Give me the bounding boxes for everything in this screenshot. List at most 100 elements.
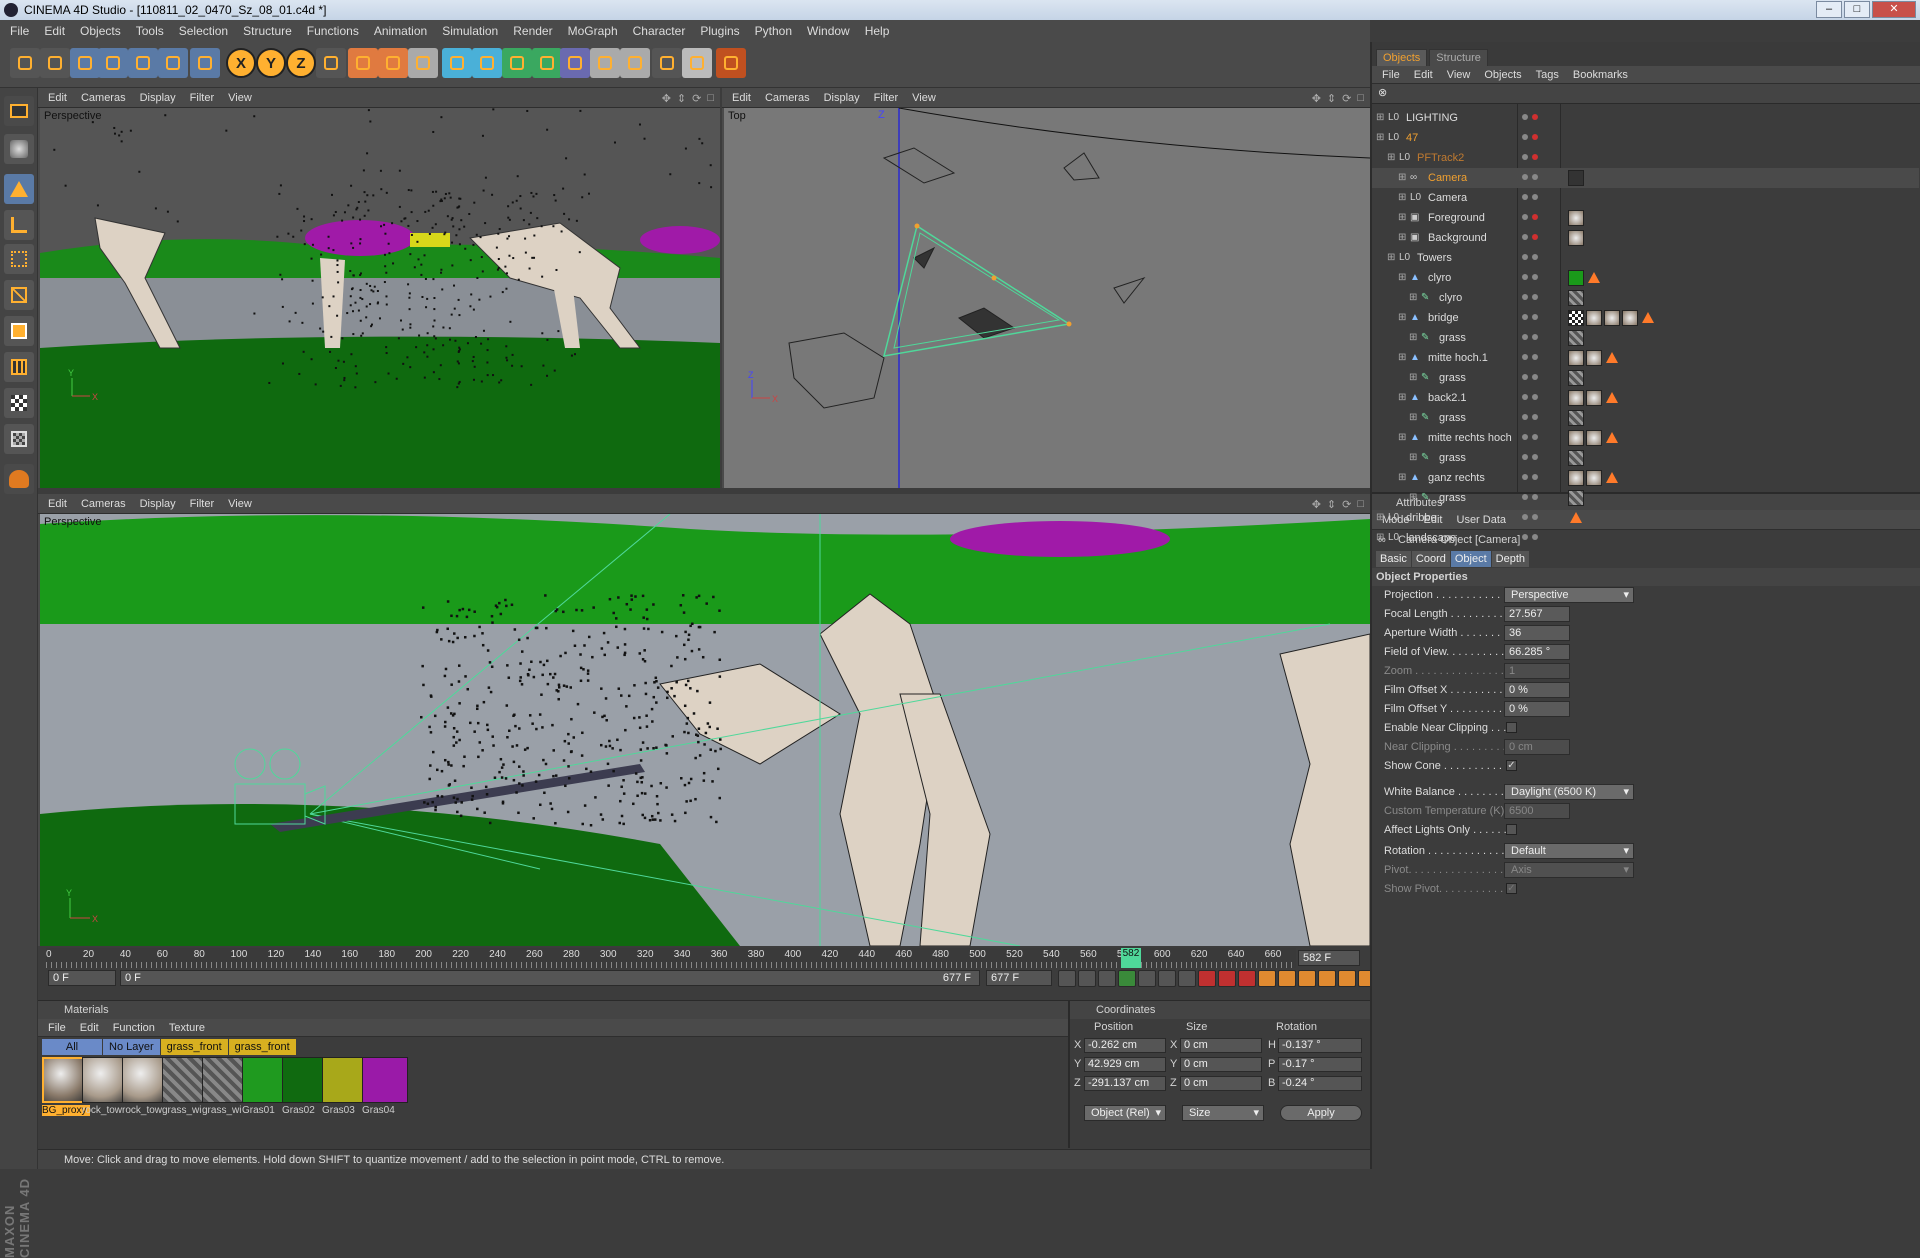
editor-visibility-dot[interactable]	[1522, 354, 1528, 360]
object-row-mitte-rechts-hoch[interactable]: ⊞ ▲ mitte rechts hoch	[1372, 428, 1919, 448]
spline-pen-icon[interactable]	[472, 48, 502, 78]
object-row-camera[interactable]: ⊞ ∞ Camera	[1372, 168, 1919, 188]
viewport-menu-edit[interactable]: Edit	[732, 92, 751, 104]
preview-range-slider[interactable]: 0 F 677 F	[120, 970, 980, 986]
menu-tools[interactable]: Tools	[136, 24, 164, 38]
editor-visibility-dot[interactable]	[1522, 394, 1528, 400]
orbit-icon[interactable]: ⟳	[1342, 498, 1351, 511]
size-field[interactable]: 0 cm	[1180, 1057, 1262, 1072]
last-tool-icon[interactable]	[190, 48, 220, 78]
materials-menu-edit[interactable]: Edit	[80, 1022, 99, 1034]
rotate-key-icon[interactable]	[1298, 970, 1316, 987]
hair-material-tag-icon[interactable]	[1568, 370, 1584, 386]
warning-tag-icon[interactable]	[1606, 432, 1618, 443]
sculpt-icon[interactable]	[4, 464, 34, 494]
layout-icon[interactable]	[4, 96, 34, 126]
menu-mograph[interactable]: MoGraph	[568, 24, 618, 38]
viewport-top-view[interactable]: Edit Cameras Display Filter View ✥ ⇕ ⟳ □ Z X Z …	[722, 88, 1370, 488]
texture-tag-icon[interactable]	[1568, 350, 1584, 366]
render-visibility-dot[interactable]	[1532, 414, 1538, 420]
help-icon[interactable]	[652, 48, 682, 78]
editor-visibility-dot[interactable]	[1522, 414, 1528, 420]
current-frame-field[interactable]: 582 F	[1298, 950, 1360, 966]
attr-field-film-offset-y[interactable]: 0 %	[1504, 701, 1570, 717]
editor-visibility-dot[interactable]	[1522, 274, 1528, 280]
record-icon[interactable]	[1198, 970, 1216, 987]
dolly-icon[interactable]: ⇕	[1327, 92, 1336, 105]
tab-objects[interactable]: Objects	[1376, 49, 1428, 66]
move-view-icon[interactable]: ✥	[1312, 498, 1321, 511]
hair-material-tag-icon[interactable]	[1568, 330, 1584, 346]
expand-toggle-icon[interactable]: ⊞	[1398, 388, 1406, 408]
object-row-grass[interactable]: ⊞ ✎ grass	[1372, 328, 1919, 348]
render-visibility-dot[interactable]	[1532, 514, 1538, 520]
warning-tag-icon[interactable]	[1606, 472, 1618, 483]
move-view-icon[interactable]: ✥	[1312, 92, 1321, 105]
scale-icon[interactable]	[128, 48, 158, 78]
size-field[interactable]: 0 cm	[1180, 1038, 1262, 1053]
attr-tab-basic[interactable]: Basic	[1376, 551, 1411, 567]
expand-toggle-icon[interactable]: ⊞	[1398, 228, 1406, 248]
object-row-bridge[interactable]: ⊞ ▲ bridge	[1372, 308, 1919, 328]
editor-visibility-dot[interactable]	[1522, 434, 1528, 440]
object-row-ganz-rechts[interactable]: ⊞ ▲ ganz rechts	[1372, 468, 1919, 488]
viewport-menu-view[interactable]: View	[912, 92, 936, 104]
texture-tag-icon[interactable]	[1568, 470, 1584, 486]
rotation-field[interactable]: -0.17 °	[1278, 1057, 1362, 1072]
size-field[interactable]: 0 cm	[1180, 1076, 1262, 1091]
autokey-icon[interactable]	[1218, 970, 1236, 987]
render-visibility-dot[interactable]	[1532, 294, 1538, 300]
menu-animation[interactable]: Animation	[374, 24, 427, 38]
render-visibility-dot[interactable]	[1532, 314, 1538, 320]
viewport-menu-view[interactable]: View	[228, 92, 252, 104]
hair-material-tag-icon[interactable]	[1568, 410, 1584, 426]
editor-visibility-dot[interactable]	[1522, 254, 1528, 260]
material-filter-grass-front[interactable]: grass_front	[228, 1039, 296, 1055]
dolly-icon[interactable]: ⇕	[677, 92, 686, 105]
array-icon[interactable]	[532, 48, 562, 78]
viewport-menu-edit[interactable]: Edit	[48, 498, 67, 510]
object-tree[interactable]: ⊞ L0 LIGHTING ⊞ L0 47 ⊞ L0 PFTrack2 ⊞ ∞ Camera ⊞ L0 Ca…	[1372, 104, 1920, 544]
compositing-tag-icon[interactable]	[1568, 310, 1584, 326]
redo-icon[interactable]	[40, 48, 70, 78]
position-field[interactable]: -0.262 cm	[1084, 1038, 1166, 1053]
warning-tag-icon[interactable]	[1588, 272, 1600, 283]
render-visibility-dot[interactable]	[1532, 114, 1538, 120]
objects-menu-view[interactable]: View	[1447, 69, 1471, 81]
object-search-bar[interactable]: ⊗	[1372, 84, 1920, 104]
size-mode-dropdown[interactable]: Size ▾	[1182, 1105, 1264, 1121]
orbit-icon[interactable]: ⟳	[692, 92, 701, 105]
attr-field-aperture-width[interactable]: 36	[1504, 625, 1570, 641]
viewport-menu-filter[interactable]: Filter	[190, 498, 214, 510]
editor-visibility-dot[interactable]	[1522, 514, 1528, 520]
materials-menu-texture[interactable]: Texture	[169, 1022, 205, 1034]
editor-visibility-dot[interactable]	[1522, 214, 1528, 220]
texture-tag-icon[interactable]	[1568, 390, 1584, 406]
menu-file[interactable]: File	[10, 24, 29, 38]
scale-key-icon[interactable]	[1278, 970, 1296, 987]
attr-field-film-offset-x[interactable]: 0 %	[1504, 682, 1570, 698]
render-visibility-dot[interactable]	[1532, 394, 1538, 400]
material-swatch[interactable]	[362, 1057, 408, 1103]
menu-objects[interactable]: Objects	[80, 24, 121, 38]
texture-tag-icon[interactable]	[1586, 470, 1602, 486]
expand-toggle-icon[interactable]: ⊞	[1409, 408, 1417, 428]
edges-mode-icon[interactable]	[4, 280, 34, 310]
menu-edit[interactable]: Edit	[44, 24, 65, 38]
texture-tag-icon[interactable]	[1586, 310, 1602, 326]
object-row-grass[interactable]: ⊞ ✎ grass	[1372, 448, 1919, 468]
texture-tag-icon[interactable]	[1586, 430, 1602, 446]
viewport-menu-cameras[interactable]: Cameras	[81, 498, 126, 510]
next-key-icon[interactable]	[1158, 970, 1176, 987]
attr-field-near-clipping[interactable]: 0 cm	[1504, 739, 1570, 755]
attr-tab-object[interactable]: Object	[1450, 551, 1491, 567]
material-filter-all[interactable]: All	[42, 1039, 102, 1055]
render-visibility-dot[interactable]	[1532, 274, 1538, 280]
object-row-foreground[interactable]: ⊞ ▣ Foreground	[1372, 208, 1919, 228]
render-visibility-dot[interactable]	[1532, 254, 1538, 260]
minimize-button[interactable]: ‒	[1816, 1, 1842, 18]
expand-toggle-icon[interactable]: ⊞	[1409, 488, 1417, 508]
texture-tag-icon[interactable]	[1586, 390, 1602, 406]
timeline[interactable]: 0 20 40 60 80 100 120 140 160 180 200 220 240 260 280 3…	[38, 946, 1376, 992]
prev-key-icon[interactable]	[1078, 970, 1096, 987]
